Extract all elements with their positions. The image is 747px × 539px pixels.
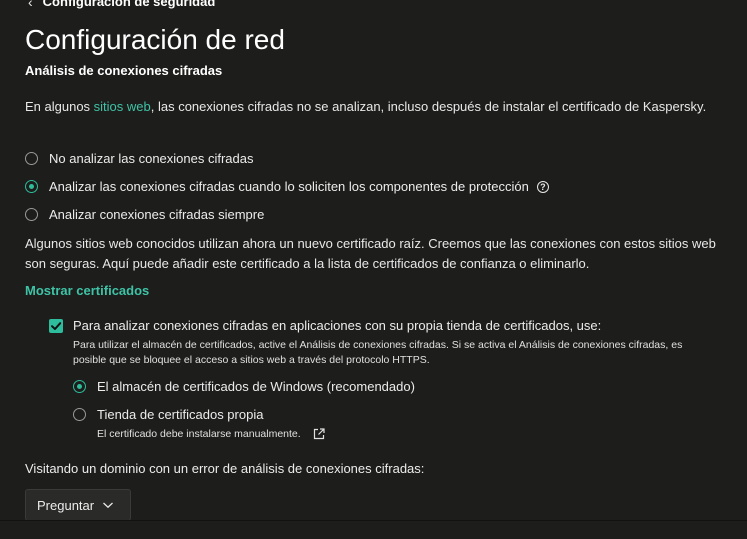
radio-label: Analizar las conexiones cifradas cuando … <box>49 179 529 194</box>
radio-no-scan[interactable]: No analizar las conexiones cifradas <box>25 151 254 166</box>
own-store-checkbox[interactable] <box>49 319 63 333</box>
section-title: Análisis de conexiones cifradas <box>25 63 223 78</box>
root-cert-text: Algunos sitios web conocidos utilizan ah… <box>25 236 716 271</box>
radio-button-selected[interactable] <box>73 380 86 393</box>
domain-error-dropdown[interactable]: Preguntar <box>25 489 131 521</box>
intro-after: , las conexiones cifradas no se analizan… <box>150 99 707 114</box>
dropdown-value: Preguntar <box>37 497 95 513</box>
question-circle-icon[interactable]: ? <box>536 180 549 193</box>
divider <box>0 520 747 521</box>
own-store-label: Para analizar conexiones cifradas en apl… <box>73 318 602 333</box>
radio-button[interactable] <box>25 208 38 221</box>
radio-button-selected[interactable] <box>25 180 38 193</box>
radio-always-scan[interactable]: Analizar conexiones cifradas siempre <box>25 207 264 222</box>
radio-windows-store[interactable]: El almacén de certificados de Windows (r… <box>73 379 415 394</box>
external-link-icon[interactable] <box>313 428 325 440</box>
show-certificates-link[interactable]: Mostrar certificados <box>25 283 149 298</box>
radio-button[interactable] <box>25 152 38 165</box>
manual-install-note: El certificado debe instalarse manualmen… <box>97 428 325 440</box>
intro-before: En algunos <box>25 99 94 114</box>
radio-scan-on-request[interactable]: Analizar las conexiones cifradas cuando … <box>25 179 549 194</box>
radio-own-store[interactable]: Tienda de certificados propia <box>73 407 263 422</box>
back-link[interactable]: ‹ Configuración de seguridad <box>28 0 215 11</box>
chevron-left-icon: ‹ <box>28 0 33 10</box>
own-store-description: Para utilizar el almacén de certificados… <box>73 339 683 366</box>
chevron-down-icon <box>103 502 114 509</box>
back-link-label: Configuración de seguridad <box>42 0 216 9</box>
radio-button[interactable] <box>73 408 86 421</box>
page-title: Configuración de red <box>25 24 285 55</box>
check-icon <box>51 322 62 330</box>
radio-label: Analizar conexiones cifradas siempre <box>49 207 265 222</box>
domain-error-label: Visitando un dominio con un error de aná… <box>25 461 425 476</box>
intro-text: En algunos sitios web, las conexiones ci… <box>25 97 725 117</box>
radio-label: No analizar las conexiones cifradas <box>49 151 254 166</box>
radio-label: El almacén de certificados de Windows (r… <box>97 379 415 394</box>
manual-install-text: El certificado debe instalarse manualmen… <box>97 428 301 440</box>
radio-label: Tienda de certificados propia <box>97 407 264 422</box>
websites-link[interactable]: sitios web <box>94 99 151 114</box>
